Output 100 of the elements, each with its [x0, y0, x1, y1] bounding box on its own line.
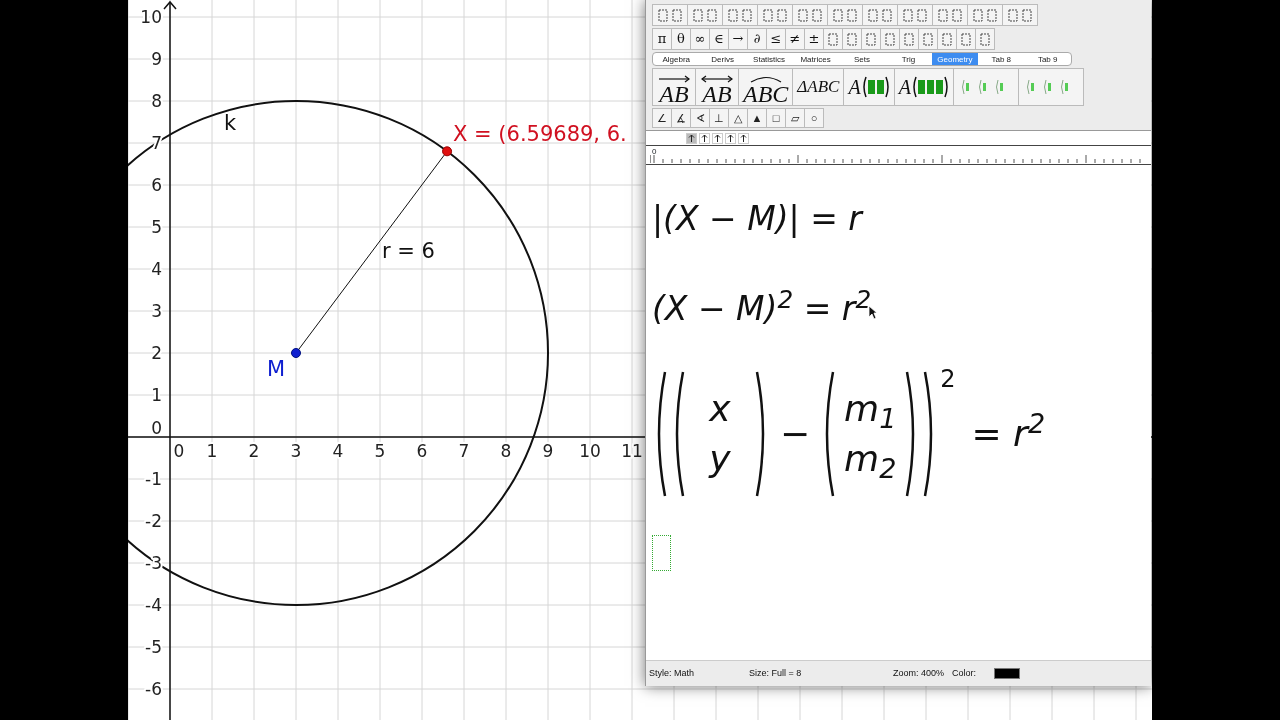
tab-stop-button[interactable] [712, 133, 723, 144]
axis-label: 0 [151, 418, 162, 438]
template-button[interactable] [1002, 4, 1038, 26]
segment-label: r = 6 [382, 239, 435, 263]
axis-label: 9 [151, 49, 162, 69]
tab[interactable]: Statistics [745, 53, 793, 65]
color-swatch[interactable] [994, 668, 1021, 679]
symbol-button[interactable]: ∈ [709, 28, 729, 50]
template-button[interactable] [952, 68, 1019, 106]
template-button[interactable]: ΔABC [792, 68, 845, 106]
symbol-button[interactable]: ≠ [785, 28, 805, 50]
symbol-button[interactable]: ∠ [652, 108, 672, 128]
axis-label: 4 [332, 441, 344, 461]
vector-entry: y [709, 439, 731, 479]
arrow-icon [657, 75, 691, 83]
template-button[interactable] [967, 4, 1003, 26]
symbol-button[interactable]: ∞ [690, 28, 710, 50]
template-button[interactable] [792, 4, 828, 26]
template-button[interactable] [918, 28, 938, 50]
template-icon [942, 32, 952, 46]
template-icon [812, 8, 822, 22]
tab[interactable]: Matrices [792, 53, 839, 65]
axis-label: 10 [140, 7, 162, 27]
template-button[interactable] [827, 4, 863, 26]
template-button[interactable] [722, 4, 758, 26]
symbol-button[interactable]: □ [766, 108, 786, 128]
axis-label: 5 [374, 441, 386, 461]
template-button[interactable] [652, 4, 688, 26]
mouse-cursor-icon [868, 305, 878, 320]
symbol-button[interactable]: ⊥ [709, 108, 729, 128]
template-button[interactable] [932, 4, 968, 26]
point [291, 348, 301, 358]
status-text: Zoom: 400% [893, 666, 945, 680]
tab[interactable]: Derivs [699, 53, 746, 65]
template-button[interactable]: ABC [738, 68, 794, 106]
symbol-button[interactable]: △ [728, 108, 748, 128]
template-button[interactable] [937, 28, 957, 50]
tab-stop-button[interactable] [725, 133, 736, 144]
axis-label: 7 [458, 441, 470, 461]
template-button[interactable] [757, 4, 793, 26]
template-button[interactable] [1017, 68, 1084, 106]
symbol-button[interactable]: π [652, 28, 672, 50]
symbol-button[interactable]: ∢ [690, 108, 710, 128]
axis-label: 2 [151, 343, 162, 363]
axis-label: -2 [145, 511, 162, 531]
template-button[interactable]: AB [652, 68, 696, 106]
tab[interactable]: Algebra [653, 53, 700, 65]
template-button[interactable] [880, 28, 900, 50]
tab[interactable]: Tab 8 [978, 53, 1025, 65]
tab-stop-icon [726, 134, 735, 143]
template-icon [672, 8, 682, 22]
template-icon [742, 8, 752, 22]
template-icon [763, 8, 773, 22]
tab[interactable]: Trig [885, 53, 932, 65]
axis-label: 8 [151, 91, 162, 111]
point-label: M [267, 357, 286, 381]
tab-stop-button[interactable] [738, 133, 749, 144]
tab-stop-button[interactable] [699, 133, 710, 144]
equation: |(X − M)| = r [652, 198, 862, 240]
axis-label: 0 [173, 441, 185, 461]
template-button[interactable] [899, 28, 919, 50]
axis-label: -1 [145, 469, 162, 489]
template-icon [866, 32, 876, 46]
tab-stop-button[interactable] [686, 133, 697, 144]
insertion-slot[interactable] [652, 535, 671, 571]
template-icon [658, 8, 668, 22]
exponent: 2 [940, 364, 956, 395]
template-button[interactable] [956, 28, 976, 50]
symbol-button[interactable]: → [728, 28, 748, 50]
template-button[interactable] [975, 28, 995, 50]
tab[interactable]: Tab 9 [1024, 53, 1071, 65]
axis-label: 5 [151, 217, 162, 237]
template-icon [847, 32, 857, 46]
template-button[interactable] [842, 28, 862, 50]
tab-stop-icon [700, 134, 709, 143]
symbol-button[interactable]: ▱ [785, 108, 805, 128]
tab[interactable]: Sets [838, 53, 886, 65]
template-icon [828, 32, 838, 46]
template-button[interactable] [897, 4, 933, 26]
template-button[interactable] [861, 28, 881, 50]
template-button[interactable] [862, 4, 898, 26]
template-button[interactable]: A [893, 68, 954, 106]
symbol-button[interactable]: ∡ [671, 108, 691, 128]
tab-stop-icon [713, 134, 722, 143]
symbol-button[interactable]: θ [671, 28, 691, 50]
axis-label: 3 [290, 441, 302, 461]
template-icon [904, 32, 914, 46]
symbol-button[interactable]: ▲ [747, 108, 767, 128]
template-icon [847, 8, 857, 22]
template-button[interactable]: AB [695, 68, 739, 106]
symbol-button[interactable]: ≤ [766, 28, 786, 50]
template-button[interactable] [823, 28, 843, 50]
symbol-button[interactable]: ○ [804, 108, 824, 128]
status-text: Style: Math [649, 666, 696, 680]
arrow-icon [700, 75, 734, 83]
symbol-button[interactable]: ∂ [747, 28, 767, 50]
template-button[interactable]: A [843, 68, 895, 106]
template-button[interactable] [687, 4, 723, 26]
matrix-template-icon [861, 75, 890, 99]
symbol-button[interactable]: ± [804, 28, 824, 50]
